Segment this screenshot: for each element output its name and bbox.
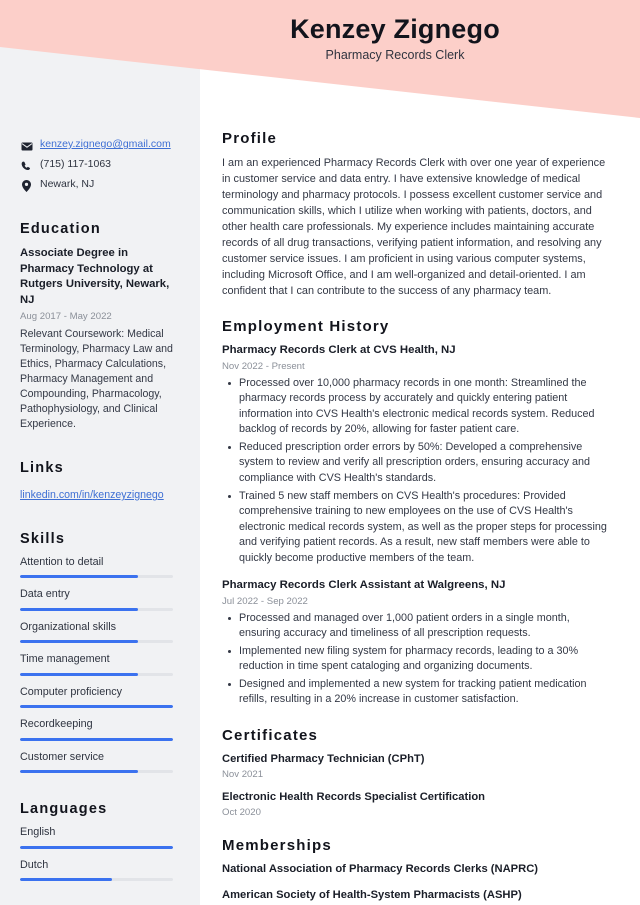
skill-bar-fill [20,607,138,611]
skill-bar-fill [20,737,173,741]
skill-label: Attention to detail [20,556,104,568]
contact-location-value: Newark, NJ [40,178,95,190]
language-bar-fill [20,878,112,882]
skills-list: Attention to detail Data entry Organizatio… [20,556,184,774]
skill-label: Computer proficiency [20,685,123,698]
language-label: English [20,826,56,839]
profile-section: Profile I am an experienced Pharmacy Rec… [222,130,612,299]
skill-bar-track [20,575,173,579]
job-bullet: Implemented new filing system for pharma… [222,644,612,675]
certificate-date: Nov 2021 [222,769,264,781]
jobs-list: Pharmacy Records Clerk at CVS Health, NJ… [222,343,612,708]
skill-bar-track [20,770,173,774]
certificates-section: Certificates Certified Pharmacy Technici… [222,727,612,818]
language-bar-track [20,878,173,882]
job-bullets: Processed and managed over 1,000 patient… [222,611,612,708]
skill-label: Data entry [20,588,70,601]
job-entry: Pharmacy Records Clerk Assistant at Walg… [222,578,612,708]
main-content: Profile I am an experienced Pharmacy Rec… [200,0,640,905]
skill-label: Organizational skills [20,620,117,633]
profile-text: I am an experienced Pharmacy Records Cle… [222,157,606,298]
language-label: Dutch [20,858,49,871]
skill-bar-track [20,672,173,676]
job-bullet: Processed over 10,000 pharmacy records i… [222,376,612,438]
memberships-list: National Association of Pharmacy Records… [222,862,612,903]
job-date: Nov 2022 - Present [222,360,305,372]
skill-item: Customer service [20,750,184,774]
skill-item: Computer proficiency [20,685,184,709]
language-bar-fill [20,845,173,849]
skill-item: Data entry [20,588,184,611]
contact-email-value[interactable]: kenzey.zignego@gmail.com [40,138,171,152]
skill-bar-fill [20,672,138,676]
certificate-name: Certified Pharmacy Technician (CPhT) [222,752,425,765]
contact-email-row[interactable]: kenzey.zignego@gmail.com [20,138,184,153]
skill-item: Organizational skills [20,620,184,644]
links-heading: Links [20,460,64,476]
contact-phone-row: (715) 117-1063 [20,158,184,173]
certificate-item: Certified Pharmacy Technician (CPhT) Nov … [222,752,612,780]
job-bullet: Designed and implemented a new system fo… [222,677,612,708]
language-item: Dutch [20,858,184,882]
job-bullet: Processed and managed over 1,000 patient… [222,611,612,642]
skill-item: Time management [20,653,184,676]
languages-heading: Languages [20,801,108,818]
skill-label: Customer service [20,750,104,763]
job-entry: Pharmacy Records Clerk at CVS Health, NJ… [222,343,612,566]
job-date: Jul 2022 - Sep 2022 [222,595,308,607]
link-linkedin[interactable]: linkedin.com/in/kenzeyzignego [20,488,164,502]
skill-bar-fill [20,640,138,644]
certificate-name: Electronic Health Records Specialist Cer… [222,791,485,804]
location-pin-icon [20,179,33,193]
languages-list: English Dutch [20,826,184,882]
membership-item: American Society of Health-System Pharma… [222,889,522,902]
employment-section: Employment History Pharmacy Records Cler… [222,318,612,708]
memberships-section: Memberships National Association of Phar… [222,837,612,903]
skill-bar-fill [20,705,173,709]
education-title: Associate Degree in Pharmacy Technology … [20,247,170,306]
education-item: Associate Degree in Pharmacy Technology … [20,246,184,432]
skill-bar-track [20,705,173,709]
contact-phone-value: (715) 117-1063 [40,158,112,170]
skill-item: Recordkeeping [20,718,184,741]
job-title: Pharmacy Records Clerk at CVS Health, NJ [222,344,456,357]
education-heading: Education [20,221,101,237]
contact-location-row: Newark, NJ [20,178,184,193]
memberships-heading: Memberships [222,837,332,855]
skill-bar-track [20,737,173,741]
education-description: Relevant Coursework: Medical Terminology… [20,327,173,430]
language-bar-track [20,845,173,849]
skill-bar-fill [20,770,138,774]
certificates-heading: Certificates [222,726,319,744]
certificates-list: Certified Pharmacy Technician (CPhT) Nov … [222,752,612,818]
skill-bar-track [20,607,173,611]
membership-item: National Association of Pharmacy Records… [222,863,539,876]
resume-page: Kenzey Zignego Pharmacy Records Clerk ke… [0,0,640,905]
job-title: Pharmacy Records Clerk Assistant at Walg… [222,579,506,592]
skill-bar-fill [20,575,138,579]
skill-bar-track [20,640,173,644]
skill-label: Time management [20,653,110,666]
certificate-date: Oct 2020 [222,807,261,819]
envelope-icon [20,139,33,153]
job-bullet: Trained 5 new staff members on CVS Healt… [222,489,612,567]
skills-heading: Skills [20,531,66,547]
employment-heading: Employment History [222,318,390,336]
skill-item: Attention to detail [20,556,184,579]
language-item: English [20,826,184,849]
skill-label: Recordkeeping [20,718,93,731]
phone-icon [20,159,33,173]
profile-heading: Profile [222,130,278,147]
education-date: Aug 2017 - May 2022 [20,311,112,323]
sidebar-content: kenzey.zignego@gmail.com (715) 117-1063 … [0,0,200,905]
certificate-item: Electronic Health Records Specialist Cer… [222,790,612,818]
job-bullets: Processed over 10,000 pharmacy records i… [222,376,612,567]
job-bullet: Reduced prescription order errors by 50%… [222,440,612,487]
